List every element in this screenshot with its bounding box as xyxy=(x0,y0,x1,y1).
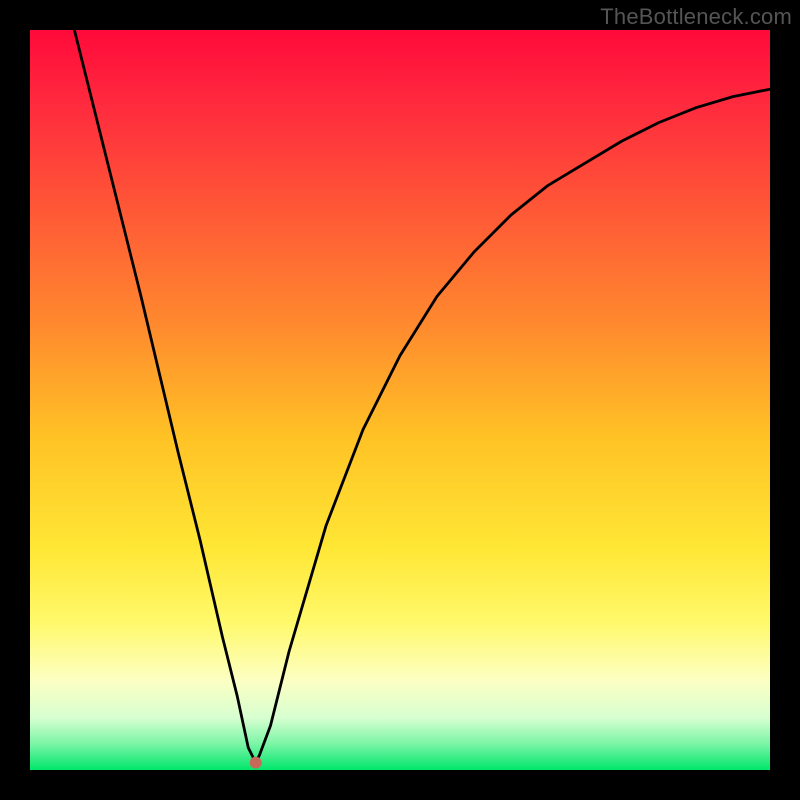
plot-area xyxy=(30,30,770,770)
optimal-point-marker xyxy=(250,757,262,769)
watermark-label: TheBottleneck.com xyxy=(600,4,792,30)
bottleneck-curve xyxy=(74,30,770,763)
curve-layer xyxy=(30,30,770,770)
